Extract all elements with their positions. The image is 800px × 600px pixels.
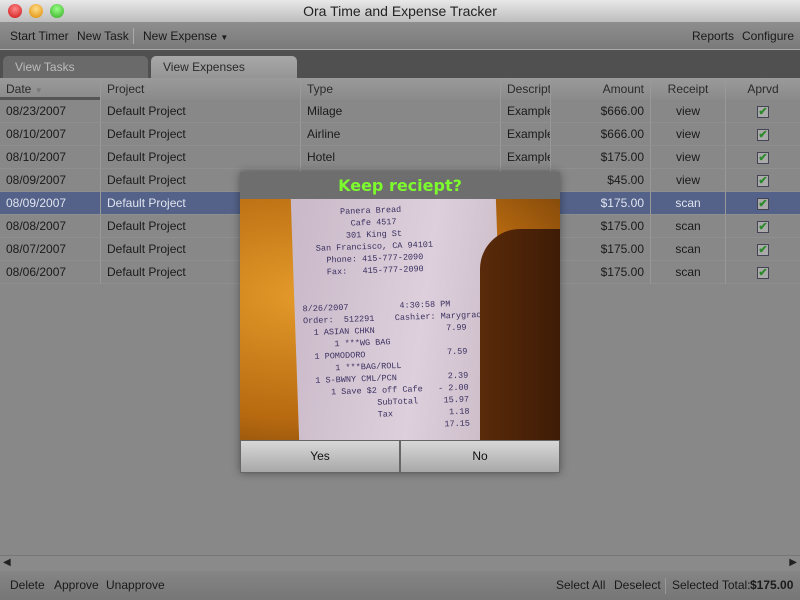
- cell-receipt[interactable]: scan: [650, 238, 725, 260]
- cell-approved: ✔: [725, 146, 800, 168]
- no-button[interactable]: No: [400, 440, 560, 473]
- yes-button[interactable]: Yes: [240, 440, 400, 473]
- table-row[interactable]: 08/10/2007 Default Project Hotel Example $17…: [0, 146, 800, 169]
- table-row[interactable]: 08/10/2007 Default Project Airline Example $…: [0, 123, 800, 146]
- cell-approved: ✔: [725, 261, 800, 283]
- cell-amount: $45.00: [550, 169, 650, 191]
- cell-desc: Example: [500, 146, 550, 168]
- cell-receipt[interactable]: scan: [650, 192, 725, 214]
- bottom-divider: [665, 578, 666, 594]
- receipt-photo: Panera Bread Cafe 4517 301 King St San F…: [240, 199, 560, 440]
- cell-project: Default Project: [100, 123, 300, 145]
- cell-approved: ✔: [725, 192, 800, 214]
- cell-receipt[interactable]: view: [650, 169, 725, 191]
- configure-button[interactable]: Configure: [742, 22, 794, 50]
- cell-desc: Example: [500, 123, 550, 145]
- new-task-button[interactable]: New Task: [77, 22, 129, 50]
- toolbar: Start Timer New Task New Expense ▼ Repor…: [0, 22, 800, 50]
- sort-arrow-icon: ▼: [34, 86, 43, 95]
- column-aprvd[interactable]: Aprvd: [725, 78, 800, 100]
- approved-checkbox[interactable]: ✔: [757, 267, 769, 279]
- cell-date: 08/08/2007: [6, 219, 67, 233]
- column-type[interactable]: Type: [300, 78, 500, 100]
- table-header: Date ▼ Project Type Description Amount R…: [0, 78, 800, 100]
- cell-approved: ✔: [725, 100, 800, 122]
- receipt-paper: Panera Bread Cafe 4517 301 King St San F…: [290, 199, 505, 440]
- approved-checkbox[interactable]: ✔: [757, 106, 769, 118]
- cell-type: Milage: [300, 100, 500, 122]
- tab-view-tasks[interactable]: View Tasks: [3, 56, 148, 78]
- unapprove-button[interactable]: Unapprove: [106, 571, 165, 600]
- cell-receipt[interactable]: scan: [650, 215, 725, 237]
- select-all-button[interactable]: Select All: [556, 571, 605, 600]
- cell-approved: ✔: [725, 215, 800, 237]
- zoom-button[interactable]: [50, 4, 64, 18]
- cell-receipt[interactable]: scan: [650, 261, 725, 283]
- cell-approved: ✔: [725, 169, 800, 191]
- reports-button[interactable]: Reports: [692, 22, 734, 50]
- deselect-button[interactable]: Deselect: [614, 571, 661, 600]
- close-button[interactable]: [8, 4, 22, 18]
- cell-project: Default Project: [100, 146, 300, 168]
- cell-amount: $175.00: [550, 192, 650, 214]
- table-row[interactable]: 08/23/2007 Default Project Milage Example $6…: [0, 100, 800, 123]
- cell-approved: ✔: [725, 123, 800, 145]
- approved-checkbox[interactable]: ✔: [757, 152, 769, 164]
- keep-receipt-dialog: Keep reciept? Panera Bread Cafe 4517 301…: [240, 172, 560, 473]
- dropdown-arrow-icon: ▼: [220, 33, 229, 42]
- cell-desc: Example: [500, 100, 550, 122]
- scroll-left-icon[interactable]: ◀: [3, 557, 11, 568]
- approved-checkbox[interactable]: ✔: [757, 244, 769, 256]
- cell-date: 08/06/2007: [6, 265, 67, 279]
- start-timer-button[interactable]: Start Timer: [10, 22, 69, 50]
- new-expense-button[interactable]: New Expense ▼: [143, 22, 228, 52]
- column-amount[interactable]: Amount: [550, 78, 650, 100]
- cell-amount: $175.00: [550, 261, 650, 283]
- cell-approved: ✔: [725, 238, 800, 260]
- hand-image: [480, 229, 560, 440]
- selected-total-label: Selected Total:: [672, 578, 751, 592]
- horizontal-scrollbar[interactable]: ◀ ▶: [0, 555, 800, 571]
- approved-checkbox[interactable]: ✔: [757, 129, 769, 141]
- cell-amount: $175.00: [550, 146, 650, 168]
- approve-button[interactable]: Approve: [54, 571, 99, 600]
- cell-date: 08/09/2007: [6, 196, 67, 210]
- toolbar-divider: [133, 28, 134, 44]
- cell-receipt[interactable]: view: [650, 123, 725, 145]
- cell-type: Hotel: [300, 146, 500, 168]
- cell-amount: $175.00: [550, 238, 650, 260]
- cell-date: 08/10/2007: [6, 127, 67, 141]
- cell-date: 08/23/2007: [6, 104, 67, 118]
- column-label: Date: [6, 82, 32, 96]
- cell-type: Airline: [300, 123, 500, 145]
- cell-date: 08/10/2007: [6, 150, 67, 164]
- cell-receipt[interactable]: view: [650, 100, 725, 122]
- title-bar: Ora Time and Expense Tracker: [0, 0, 800, 22]
- minimize-button[interactable]: [29, 4, 43, 18]
- tab-view-expenses[interactable]: View Expenses: [151, 56, 297, 78]
- column-description[interactable]: Description: [500, 78, 550, 100]
- column-date[interactable]: Date ▼: [0, 78, 100, 100]
- bottom-bar: Delete Approve Unapprove Select All Dese…: [0, 571, 800, 600]
- dialog-title: Keep reciept?: [240, 172, 560, 199]
- tab-bar: View Tasks View Expenses: [0, 50, 800, 78]
- selected-total-value: $175.00: [750, 578, 794, 592]
- cell-date: 08/09/2007: [6, 173, 67, 187]
- cell-date: 08/07/2007: [6, 242, 67, 256]
- new-expense-label: New Expense: [143, 29, 218, 43]
- cell-amount: $666.00: [550, 100, 650, 122]
- window-title: Ora Time and Expense Tracker: [303, 3, 497, 19]
- approved-checkbox[interactable]: ✔: [757, 198, 769, 210]
- column-receipt[interactable]: Receipt: [650, 78, 725, 100]
- cell-project: Default Project: [100, 100, 300, 122]
- column-project[interactable]: Project: [100, 78, 300, 100]
- delete-button[interactable]: Delete: [10, 571, 45, 600]
- scroll-right-icon[interactable]: ▶: [789, 557, 797, 568]
- approved-checkbox[interactable]: ✔: [757, 221, 769, 233]
- cell-amount: $175.00: [550, 215, 650, 237]
- approved-checkbox[interactable]: ✔: [757, 175, 769, 187]
- cell-receipt[interactable]: view: [650, 146, 725, 168]
- cell-amount: $666.00: [550, 123, 650, 145]
